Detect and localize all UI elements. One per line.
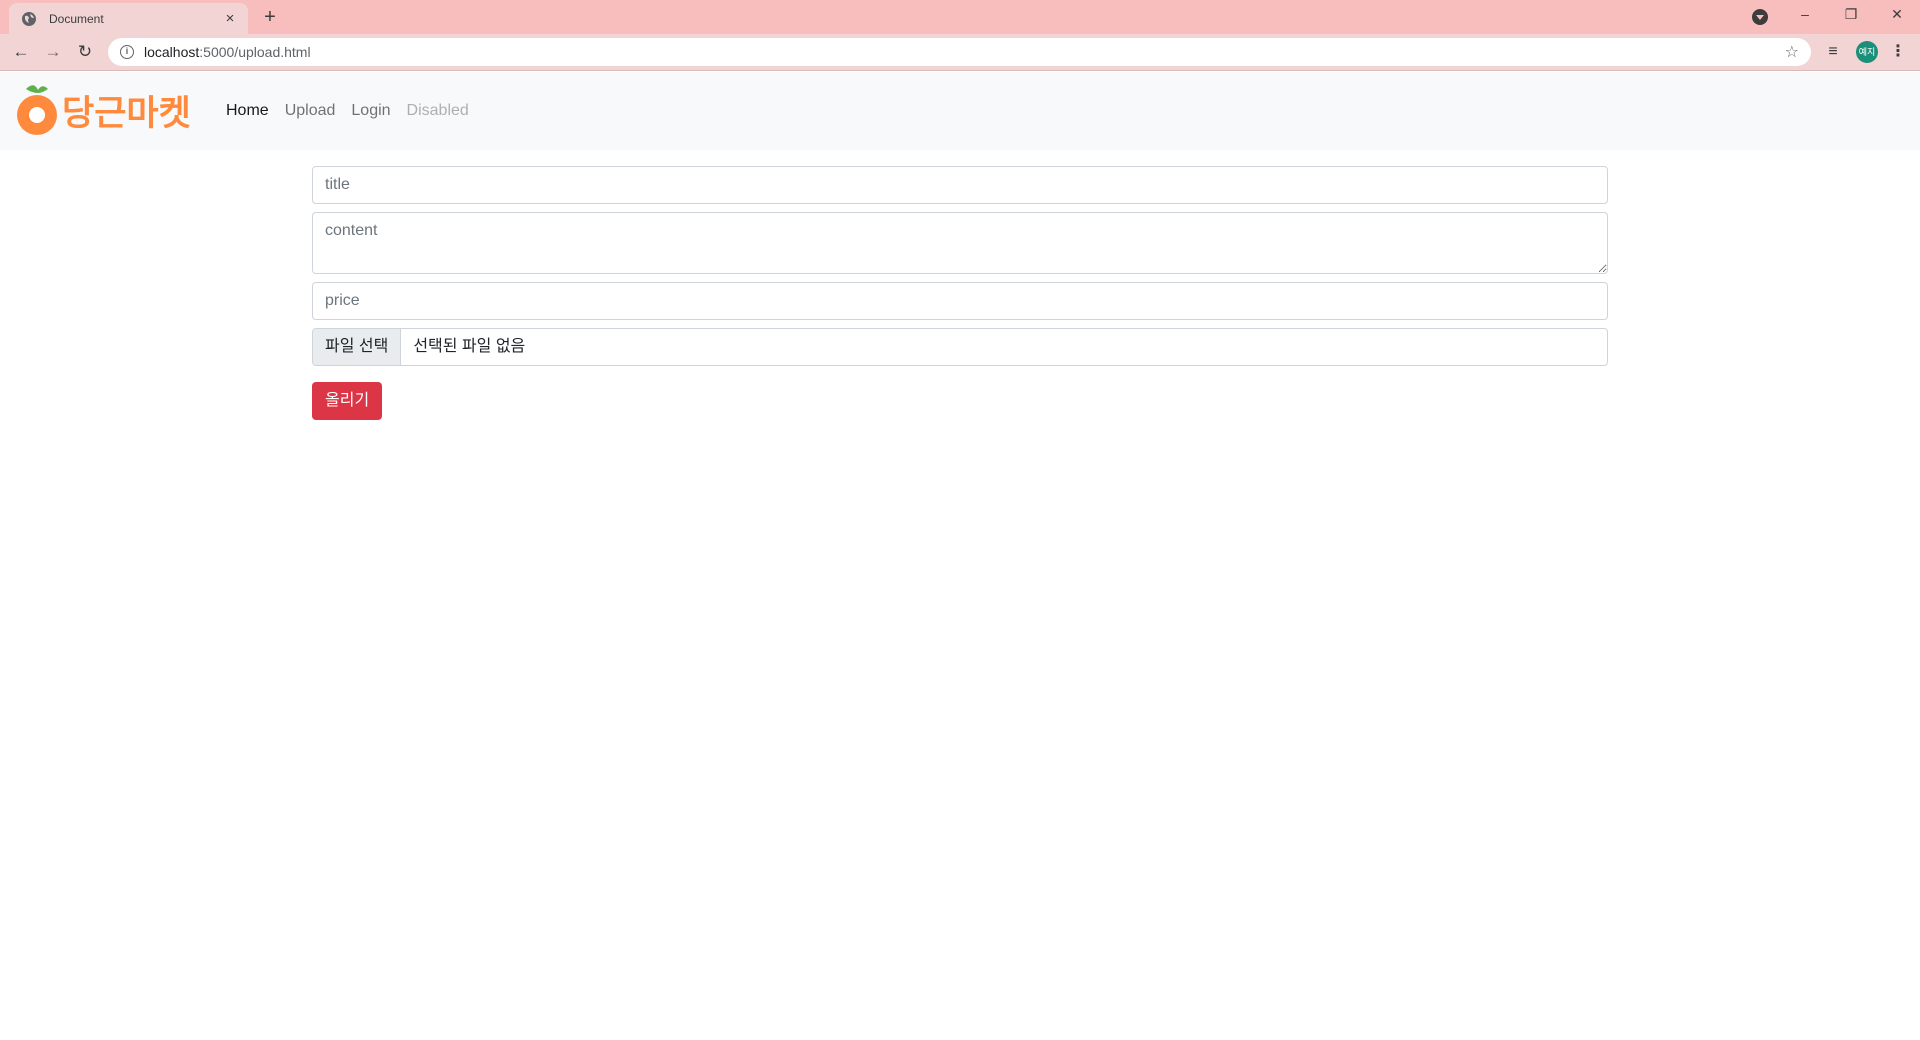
price-input[interactable] [312, 282, 1608, 320]
tab-close-icon[interactable]: × [222, 10, 238, 27]
upload-form: 파일 선택 선택된 파일 없음 올리기 [312, 166, 1608, 420]
browser-toolbar: ← → ↻ i localhost:5000/upload.html ☆ ≡ 예… [0, 34, 1920, 71]
minimize-window-button[interactable]: – [1782, 0, 1828, 30]
profile-avatar[interactable]: 예지 [1856, 41, 1878, 63]
browser-tab[interactable]: Document × [9, 3, 248, 34]
address-bar[interactable]: i localhost:5000/upload.html ☆ [108, 38, 1811, 66]
brand-logo[interactable]: 당근마켓 [12, 81, 202, 141]
file-input[interactable]: 파일 선택 선택된 파일 없음 [312, 328, 1608, 366]
browser-tabstrip: Document × + – ❐ ✕ [0, 0, 1920, 34]
title-input[interactable] [312, 166, 1608, 204]
url-host: localhost [144, 44, 200, 60]
content-textarea[interactable] [312, 212, 1608, 274]
star-icon[interactable]: ☆ [1785, 42, 1799, 62]
tab-search-icon[interactable] [1752, 9, 1768, 25]
globe-icon [22, 11, 36, 26]
arrow-right-icon[interactable]: → [41, 40, 65, 64]
url-path: :5000/upload.html [199, 44, 311, 60]
submit-button[interactable]: 올리기 [312, 382, 383, 420]
new-tab-button[interactable]: + [258, 5, 282, 29]
media-queue-icon[interactable]: ≡ [1823, 42, 1843, 62]
arrow-left-icon[interactable]: ← [9, 40, 33, 64]
brand-wordmark: 당근마켓 [62, 94, 191, 134]
file-status-text: 선택된 파일 없음 [413, 338, 526, 355]
tab-title: Document [49, 11, 104, 26]
nav-link-upload[interactable]: Upload [285, 102, 336, 120]
reload-icon[interactable]: ↻ [73, 40, 97, 64]
kebab-menu-icon[interactable]: ⋮ [1888, 42, 1908, 62]
site-navbar: 당근마켓 Home Upload Login Disabled [0, 72, 1920, 150]
nav-link-login[interactable]: Login [351, 102, 390, 120]
nav-link-disabled: Disabled [406, 102, 469, 119]
restore-window-button[interactable]: ❐ [1828, 0, 1874, 30]
carrot-icon [17, 85, 57, 135]
file-select-button[interactable]: 파일 선택 [313, 329, 402, 365]
close-window-button[interactable]: ✕ [1874, 0, 1920, 30]
info-icon[interactable]: i [120, 45, 134, 59]
nav-link-home[interactable]: Home [226, 102, 269, 120]
url-text[interactable]: localhost:5000/upload.html [144, 44, 1785, 60]
